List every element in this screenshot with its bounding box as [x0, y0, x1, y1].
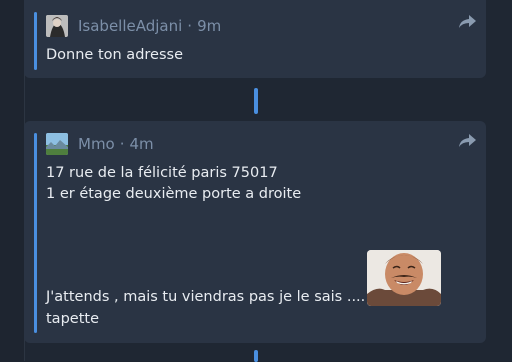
username[interactable]: IsabelleAdjani — [78, 17, 182, 35]
message-line: tapette — [46, 311, 99, 327]
thread-connector — [254, 350, 258, 362]
share-forward-icon[interactable] — [456, 131, 478, 151]
message-line: 1 er étage deuxième porte a droite — [46, 186, 302, 202]
message-header: Mmo · 4m — [46, 133, 154, 155]
timestamp: 9m — [197, 17, 222, 35]
laughing-man-sticker[interactable] — [367, 250, 441, 306]
message-text: Donne ton adresse — [46, 47, 183, 63]
avatar[interactable] — [46, 133, 68, 155]
quote-bar — [34, 12, 37, 70]
message-card[interactable]: IsabelleAdjani · 9m Donne ton adresse — [24, 0, 486, 78]
avatar[interactable] — [46, 15, 68, 37]
timestamp: 4m — [129, 135, 154, 153]
share-forward-icon[interactable] — [456, 12, 478, 32]
message-line: J'attends , mais tu viendras pas je le s… — [46, 289, 366, 305]
message-line: 17 rue de la félicité paris 75017 — [46, 165, 278, 181]
message-header: IsabelleAdjani · 9m — [46, 15, 221, 37]
separator: · — [119, 135, 125, 153]
username[interactable]: Mmo — [78, 135, 115, 153]
quote-bar — [34, 133, 37, 333]
message-card[interactable]: Mmo · 4m 17 rue de la félicité paris 750… — [24, 121, 486, 343]
user-avatar-photo-icon — [46, 15, 68, 37]
separator: · — [187, 17, 193, 35]
thread-connector — [254, 88, 258, 114]
user-avatar-landscape-icon — [46, 133, 68, 155]
